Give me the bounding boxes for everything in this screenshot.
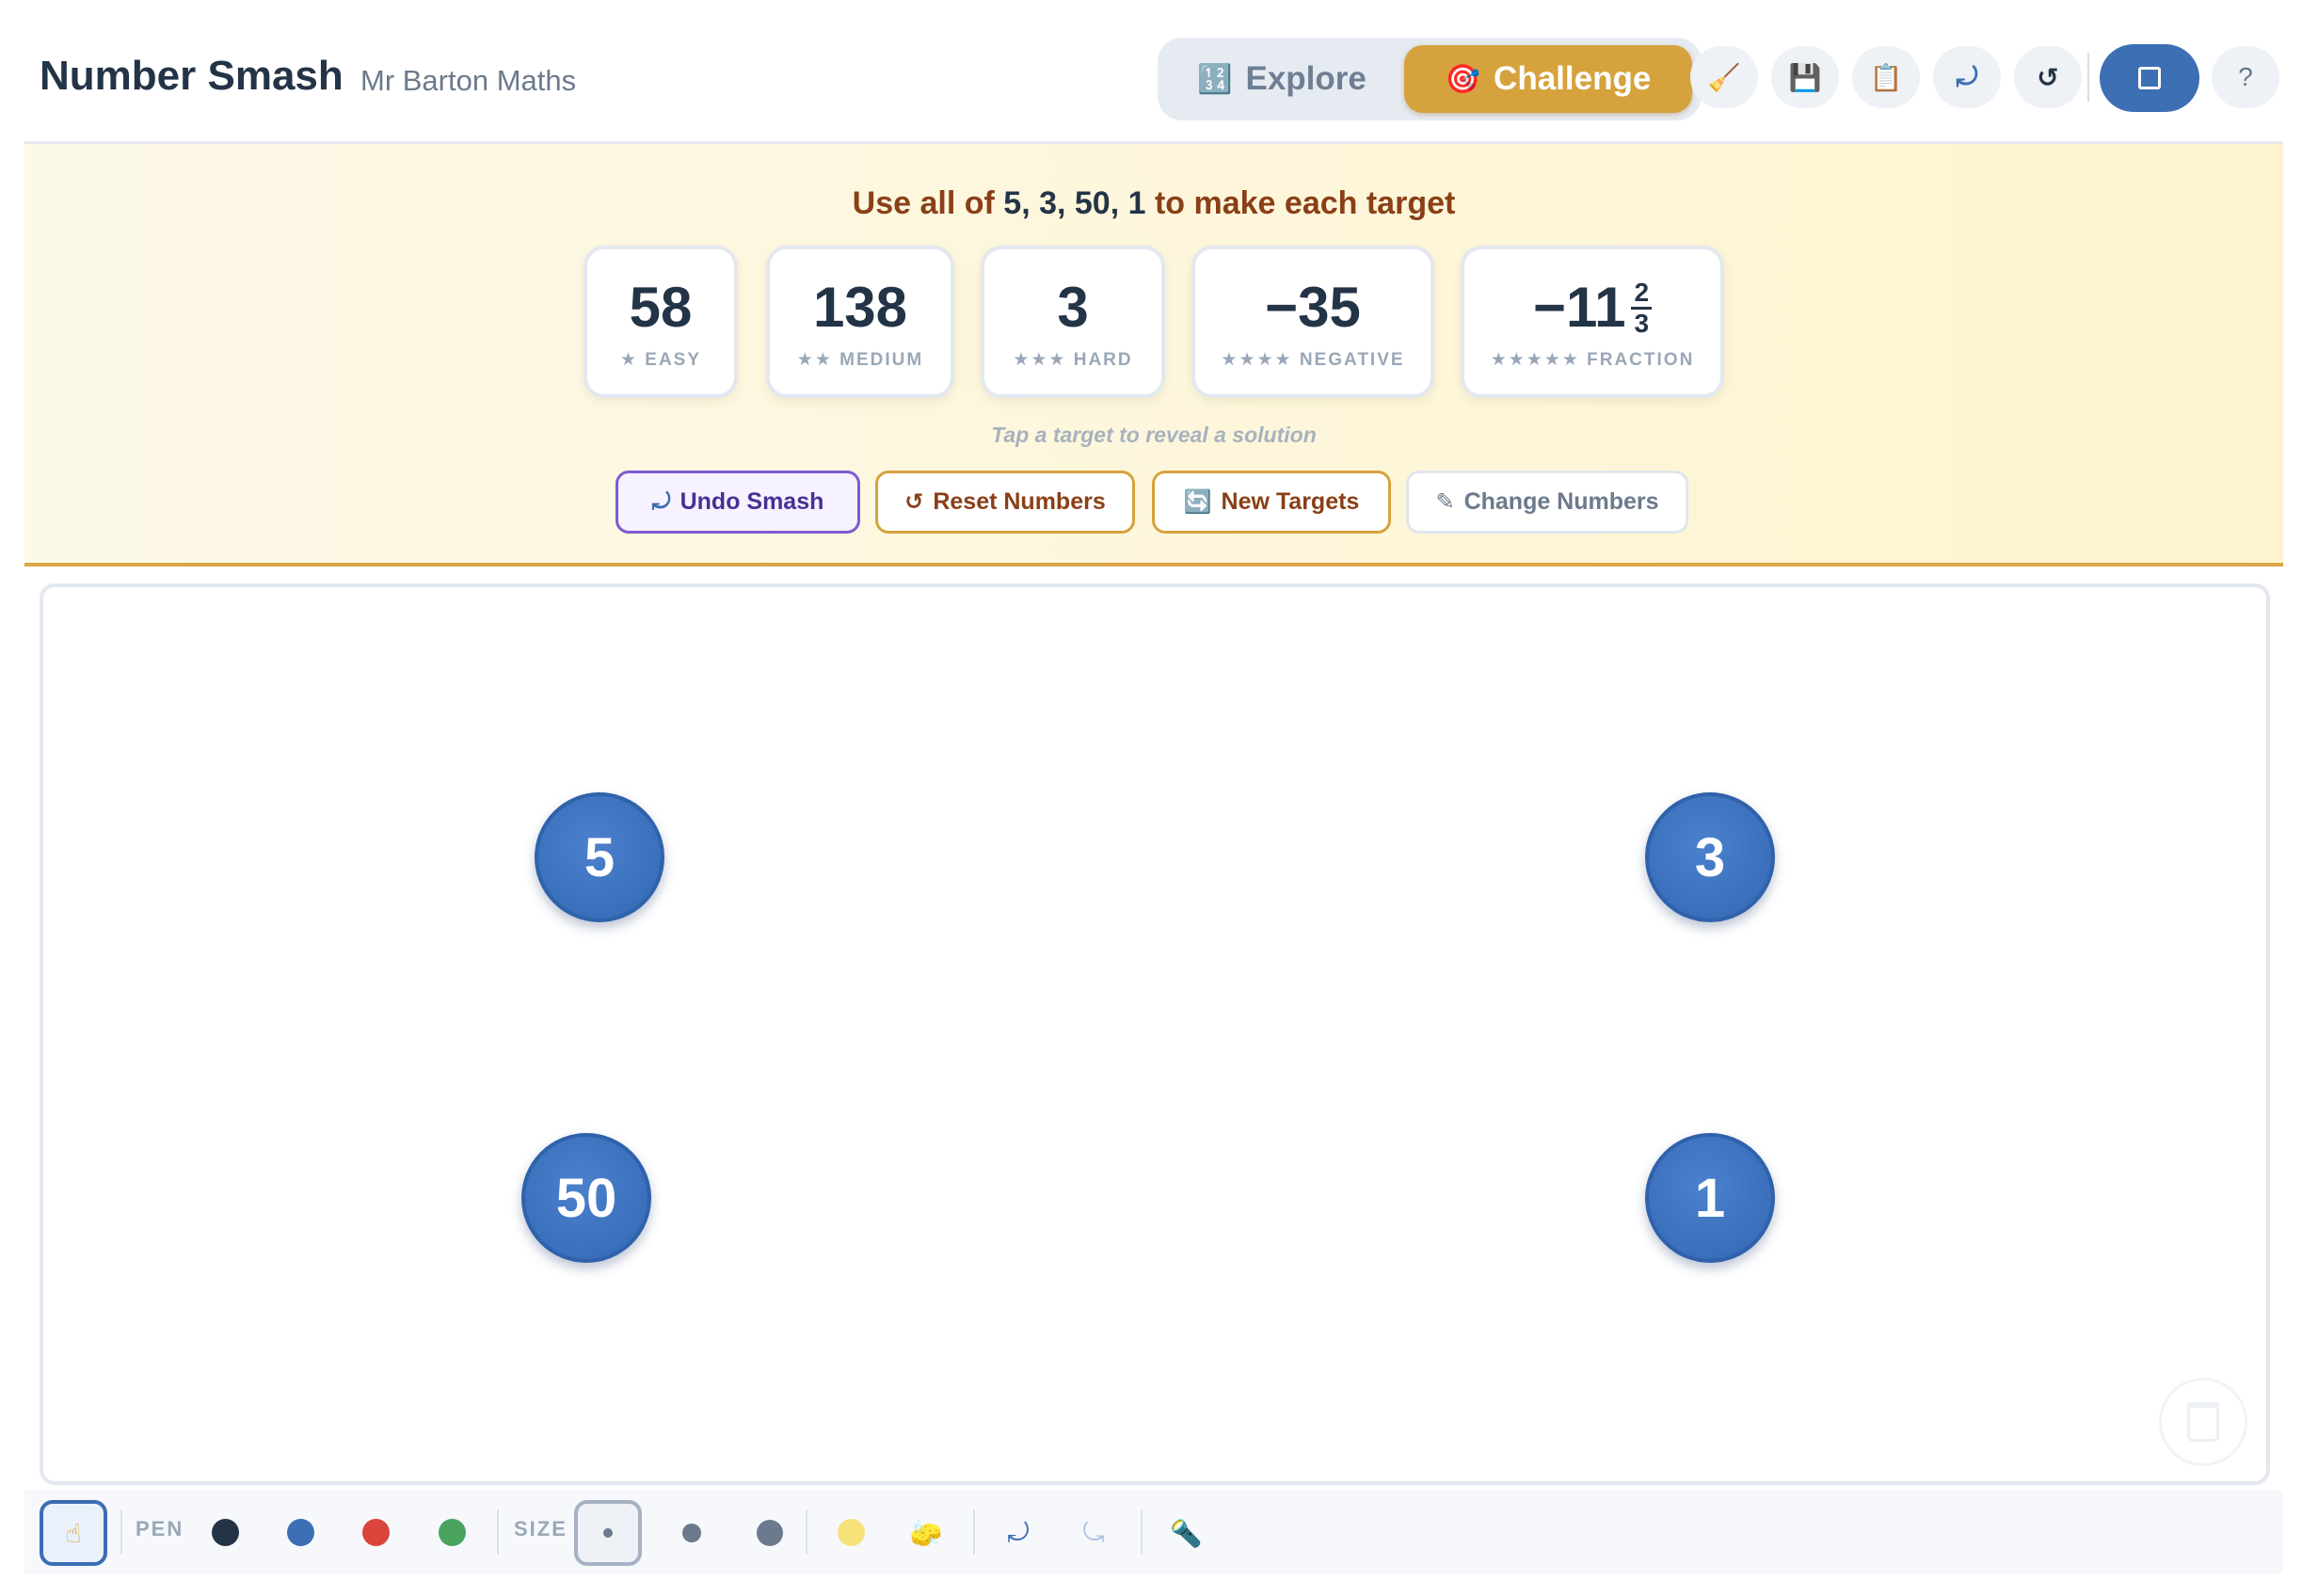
number-ball[interactable]: 5 xyxy=(535,792,664,922)
toolbar-divider xyxy=(806,1509,807,1555)
help-icon: ? xyxy=(2238,62,2253,91)
change-numbers-button[interactable]: ✎ Change Numbers xyxy=(1406,471,1688,534)
fraction-denominator: 3 xyxy=(1634,308,1650,338)
target-difficulty: ★★★★★ FRACTION xyxy=(1490,350,1695,370)
size-medium-dot xyxy=(682,1524,701,1542)
fraction-whole: −11 xyxy=(1532,276,1626,339)
save-icon: 💾 xyxy=(1788,62,1822,92)
change-numbers-label: Change Numbers xyxy=(1463,488,1659,515)
reset-numbers-button[interactable]: ↺ Reset Numbers xyxy=(875,471,1135,534)
target-card-fraction[interactable]: −11 2 3 ★★★★★ FRACTION xyxy=(1461,246,1724,398)
instruction-numbers: 5, 3, 50, 1 xyxy=(1003,185,1146,221)
target-difficulty: ★★★ HARD xyxy=(1013,350,1133,370)
challenge-mode-label: Challenge xyxy=(1494,60,1652,97)
pointer-tool-button[interactable]: ☝ xyxy=(40,1500,107,1566)
fullscreen-icon xyxy=(2138,67,2161,89)
target-card-negative[interactable]: −35 ★★★★ NEGATIVE xyxy=(1191,246,1434,398)
copy-button[interactable]: 📋 xyxy=(1852,46,1920,108)
reveal-hint: Tap a target to reveal a solution xyxy=(991,423,1317,447)
size-small-dot xyxy=(603,1528,613,1538)
challenge-mode-button[interactable]: 🎯 Challenge xyxy=(1404,45,1692,113)
number-ball[interactable]: 1 xyxy=(1645,1133,1775,1263)
redo-icon: ⤿ xyxy=(1082,1517,1105,1547)
new-targets-label: New Targets xyxy=(1221,488,1360,515)
help-button[interactable]: ? xyxy=(2212,46,2279,108)
size-medium-button[interactable] xyxy=(681,1523,702,1543)
pointer-icon: ☝ xyxy=(65,1518,82,1548)
target-card-easy[interactable]: 58 ★ EASY xyxy=(583,246,738,398)
target-difficulty: ★★ MEDIUM xyxy=(796,350,924,370)
highlighter-button[interactable] xyxy=(838,1519,865,1546)
target-value: 138 xyxy=(812,276,908,339)
size-large-button[interactable] xyxy=(757,1520,783,1546)
pen-color-red[interactable] xyxy=(362,1519,390,1546)
fraction-numerator: 2 xyxy=(1631,278,1653,310)
size-small-button[interactable] xyxy=(574,1500,642,1566)
undo-icon: ⤾ xyxy=(651,488,671,515)
undo-button[interactable]: ⤾ xyxy=(1933,46,2001,108)
toolbar-divider xyxy=(973,1509,975,1555)
target-card-hard[interactable]: 3 ★★★ HARD xyxy=(981,246,1165,398)
smash-canvas[interactable]: 5 3 50 1 xyxy=(40,583,2270,1485)
target-value-mixed: −11 2 3 xyxy=(1532,276,1653,339)
instruction-suffix: to make each target xyxy=(1154,185,1456,221)
challenge-instruction: Use all of 5, 3, 50, 1 to make each targ… xyxy=(24,185,2283,222)
trash-icon xyxy=(2187,1402,2219,1442)
reset-icon: ↺ xyxy=(904,489,924,515)
pencil-icon: ✎ xyxy=(1435,489,1455,515)
toolbar-divider xyxy=(120,1509,122,1555)
number-ball[interactable]: 50 xyxy=(521,1133,651,1263)
reset-numbers-label: Reset Numbers xyxy=(933,488,1106,515)
target-value: −35 xyxy=(1265,276,1361,339)
trash-drop-zone[interactable] xyxy=(2159,1378,2247,1466)
draw-redo-button[interactable]: ⤿ xyxy=(1075,1515,1112,1551)
fraction-part: 2 3 xyxy=(1631,278,1653,338)
explore-mode-label: Explore xyxy=(1245,60,1367,97)
challenge-panel: Use all of 5, 3, 50, 1 to make each targ… xyxy=(24,141,2283,567)
app-header: Number Smash Mr Barton Maths 🔢 Explore 🎯… xyxy=(24,0,2283,143)
size-label: SIZE xyxy=(514,1517,568,1540)
undo-smash-button[interactable]: ⤾ Undo Smash xyxy=(615,471,860,534)
target-card-medium[interactable]: 138 ★★ MEDIUM xyxy=(766,246,954,398)
target-difficulty: ★★★★ NEGATIVE xyxy=(1221,350,1405,370)
instruction-prefix: Use all of xyxy=(852,185,995,221)
drawing-toolbar: ☝ PEN SIZE 🧽 ⤾ ⤿ 🔦 xyxy=(24,1491,2283,1573)
undo-icon: ⤾ xyxy=(1956,61,1978,91)
clear-button[interactable]: 🧹 xyxy=(1690,46,1758,108)
laser-pointer-button[interactable]: 🔦 xyxy=(1167,1515,1205,1551)
target-difficulty: ★ EASY xyxy=(619,350,702,370)
undo-smash-label: Undo Smash xyxy=(679,488,824,515)
refresh-icon: 🔄 xyxy=(1183,489,1212,515)
toolbar-divider xyxy=(497,1509,499,1555)
target-value: 58 xyxy=(629,276,693,339)
numbers-icon: 🔢 xyxy=(1197,63,1233,95)
target-icon: 🎯 xyxy=(1445,63,1481,95)
draw-undo-button[interactable]: ⤾ xyxy=(999,1515,1037,1551)
app-title: Number Smash xyxy=(40,53,344,99)
undo-icon: ⤾ xyxy=(1007,1517,1030,1547)
toolbar-divider xyxy=(1141,1509,1143,1555)
save-button[interactable]: 💾 xyxy=(1771,46,1839,108)
pen-color-green[interactable] xyxy=(439,1519,466,1546)
new-targets-button[interactable]: 🔄 New Targets xyxy=(1152,471,1391,534)
broom-icon: 🧹 xyxy=(1707,62,1741,92)
pen-label: PEN xyxy=(136,1517,184,1540)
app-subtitle: Mr Barton Maths xyxy=(360,64,577,97)
laser-icon: 🔦 xyxy=(1169,1518,1203,1548)
size-large-dot xyxy=(757,1520,783,1546)
reset-button[interactable]: ↺ xyxy=(2014,46,2082,108)
reset-icon: ↺ xyxy=(2037,62,2059,92)
pen-color-dark[interactable] xyxy=(212,1519,239,1546)
explore-mode-button[interactable]: 🔢 Explore xyxy=(1167,45,1397,113)
target-value: 3 xyxy=(1057,276,1089,339)
eraser-icon: 🧽 xyxy=(909,1518,943,1548)
pen-color-blue[interactable] xyxy=(287,1519,314,1546)
fullscreen-button[interactable] xyxy=(2100,44,2199,112)
toolbar-divider xyxy=(2087,53,2089,102)
mode-toggle: 🔢 Explore 🎯 Challenge xyxy=(1158,38,1702,120)
number-ball[interactable]: 3 xyxy=(1645,792,1775,922)
eraser-button[interactable]: 🧽 xyxy=(907,1515,945,1551)
clipboard-icon: 📋 xyxy=(1869,62,1903,92)
